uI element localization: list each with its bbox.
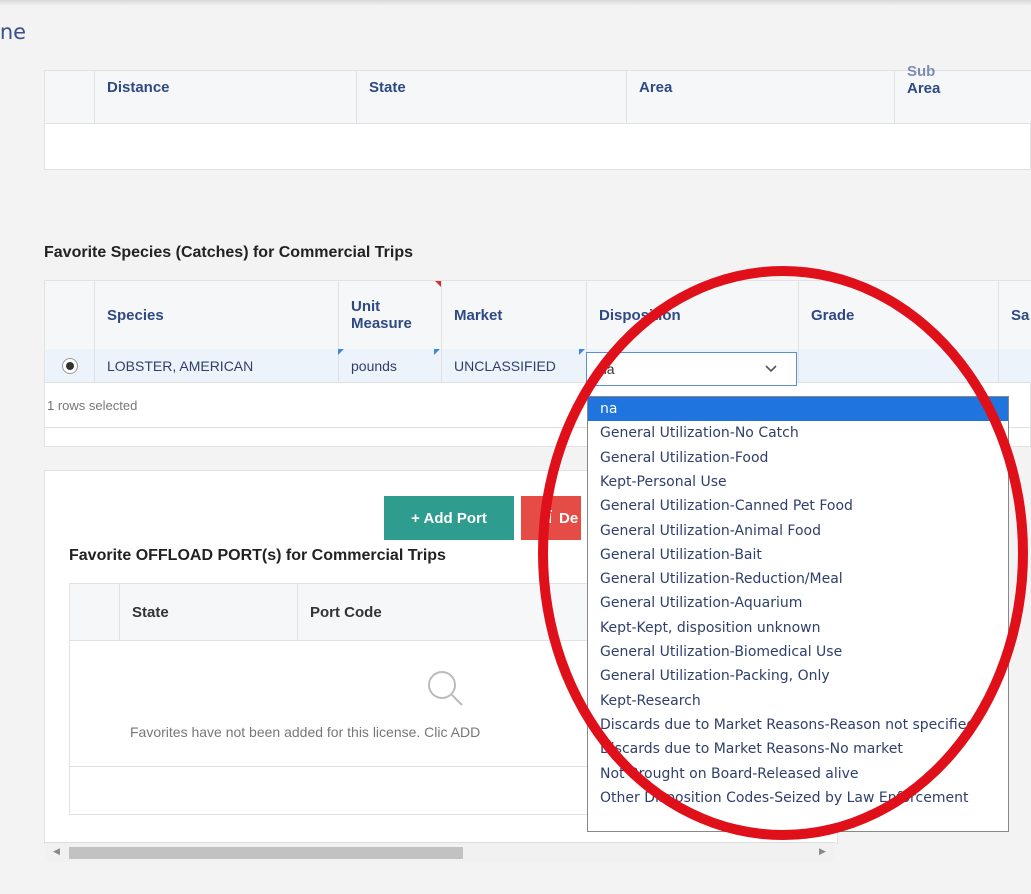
location-table-header: Distance State Area Sub Area <box>45 63 1031 124</box>
dropdown-option[interactable]: General Utilization-Bait <box>588 543 1008 567</box>
column-unit-line1: Unit <box>351 298 381 315</box>
dropdown-option[interactable]: General Utilization-Animal Food <box>588 519 1008 543</box>
table-row[interactable]: LOBSTER, AMERICAN pounds UNCLASSIFIED <box>45 349 1031 383</box>
disposition-select[interactable]: na <box>586 352 797 386</box>
delete-port-button[interactable]: De <box>521 496 581 540</box>
dropdown-option[interactable]: Kept-Kept, disposition unknown <box>588 616 1008 640</box>
column-area[interactable]: Area <box>627 71 895 123</box>
column-disposition[interactable]: Disposition <box>587 281 799 349</box>
dropdown-option[interactable]: General Utilization-Canned Pet Food <box>588 494 1008 518</box>
dropdown-option[interactable]: Kept-Personal Use <box>588 470 1008 494</box>
scrollbar-thumb[interactable] <box>69 847 463 859</box>
dropdown-option[interactable]: Other Disposition Codes-Seized by Law En… <box>588 786 1008 810</box>
dropdown-option[interactable]: General Utilization-Aquarium <box>588 591 1008 615</box>
dropdown-option[interactable]: Discards due to Market Reasons-No market <box>588 737 1008 761</box>
species-section-title: Favorite Species (Catches) for Commercia… <box>44 244 414 261</box>
search-icon <box>425 668 465 708</box>
column-unit-measure[interactable]: Unit Measure <box>339 281 442 349</box>
port-select-column <box>70 584 120 640</box>
dropdown-option[interactable]: General Utilization-Packing, Only <box>588 664 1008 688</box>
column-market[interactable]: Market <box>442 281 587 349</box>
horizontal-scrollbar[interactable]: ◀ ▶ <box>45 842 835 862</box>
column-sub-area-line2: Area <box>907 80 941 97</box>
dropdown-option[interactable]: General Utilization-Reduction/Meal <box>588 567 1008 591</box>
column-unit-line2: Measure <box>351 315 412 332</box>
row-radio[interactable] <box>61 357 78 374</box>
delete-port-label: De <box>559 509 579 527</box>
column-sub-area[interactable]: Sub Area <box>895 63 1031 123</box>
location-table: Distance State Area Sub Area <box>44 63 1031 170</box>
trash-icon <box>541 508 553 528</box>
dropdown-option[interactable]: Kept-Research <box>588 689 1008 713</box>
column-port-code[interactable]: Port Code <box>298 584 598 640</box>
market-cell[interactable]: UNCLASSIFIED <box>442 349 587 382</box>
disposition-select-value: na <box>599 361 615 377</box>
scroll-right-arrow-icon[interactable]: ▶ <box>819 846 826 857</box>
chevron-down-icon[interactable] <box>764 361 778 378</box>
column-port-state[interactable]: State <box>120 584 298 640</box>
dropdown-option[interactable]: General Utilization-Biomedical Use <box>588 640 1008 664</box>
dropdown-option[interactable]: General Utilization-No Catch <box>588 421 1008 445</box>
unit-cell[interactable]: pounds <box>339 349 442 382</box>
grade-cell[interactable] <box>799 349 999 382</box>
column-species[interactable]: Species <box>95 281 339 349</box>
add-port-button[interactable]: + Add Port <box>384 496 514 540</box>
dropdown-option[interactable]: na <box>588 397 1008 421</box>
scroll-left-arrow-icon[interactable]: ◀ <box>53 846 60 857</box>
sa-cell[interactable] <box>999 349 1031 382</box>
location-select-column <box>45 71 95 123</box>
edit-marker <box>434 349 440 355</box>
species-select-column <box>45 281 95 349</box>
dropdown-option[interactable]: Not Brought on Board-Released alive <box>588 762 1008 786</box>
disposition-dropdown-list[interactable]: na General Utilization-No Catch General Ut… <box>587 396 1009 832</box>
column-sub-area-line1: Sub <box>907 63 936 80</box>
column-distance[interactable]: Distance <box>95 71 357 123</box>
port-section-title: Favorite OFFLOAD PORT(s) for Commercial … <box>69 547 446 564</box>
edit-marker <box>338 349 344 355</box>
column-grade[interactable]: Grade <box>799 281 999 349</box>
page-title: ine <box>0 20 27 44</box>
row-select-cell[interactable] <box>45 349 95 382</box>
top-shadow <box>0 0 1031 6</box>
required-marker <box>435 281 441 287</box>
edit-marker <box>579 349 585 355</box>
species-cell[interactable]: LOBSTER, AMERICAN <box>95 349 339 382</box>
species-table-header: Species Unit Measure Market Disposition … <box>45 281 1031 350</box>
column-sa[interactable]: Sa <box>999 281 1031 349</box>
column-state[interactable]: State <box>357 71 627 123</box>
dropdown-option[interactable]: Discards due to Market Reasons-Reason no… <box>588 713 1008 737</box>
dropdown-option[interactable]: General Utilization-Food <box>588 446 1008 470</box>
